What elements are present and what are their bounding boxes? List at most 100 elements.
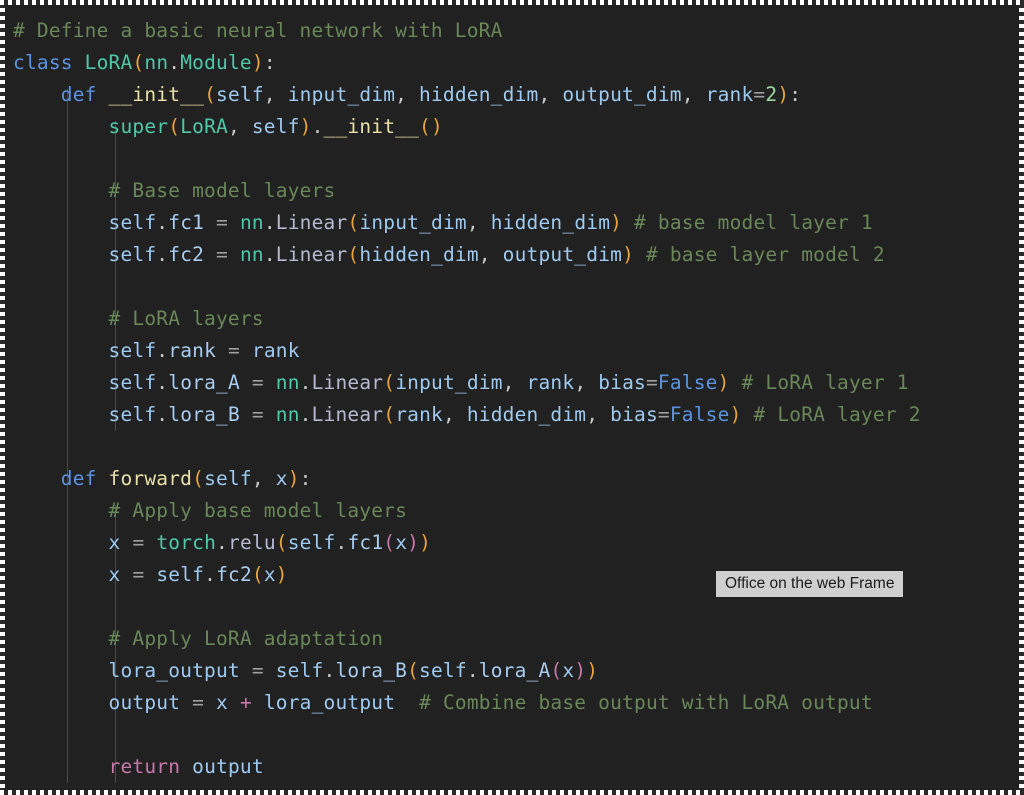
code-token: = (132, 531, 145, 554)
code-line[interactable]: return output (13, 751, 1019, 783)
code-token: hidden_dim (419, 83, 539, 106)
code-token: # base layer model 2 (645, 243, 885, 266)
code-line[interactable]: self.fc1 = nn.Linear(input_dim, hidden_d… (13, 207, 1019, 239)
code-token: rank (251, 339, 300, 362)
code-line[interactable]: # LoRA layers (13, 303, 1019, 335)
code-token: self (419, 659, 467, 682)
code-token: ( (347, 211, 360, 234)
code-line[interactable] (13, 143, 1019, 175)
code-token: output (108, 691, 181, 714)
code-token: # LoRA layer 2 (753, 403, 921, 426)
code-line[interactable]: def forward(self, x): (13, 463, 1019, 495)
code-token: bias (610, 403, 658, 426)
code-token: def (60, 467, 97, 490)
code-line[interactable]: # Apply base model layers (13, 495, 1019, 527)
code-token: : (263, 51, 276, 74)
code-token: lora_A (168, 371, 240, 394)
code-token: = (216, 211, 228, 234)
code-token: rank (395, 403, 443, 426)
code-line[interactable]: class LoRA(nn.Module): (13, 47, 1019, 79)
code-token: input_dim (359, 211, 467, 234)
code-block[interactable]: # Define a basic neural network with LoR… (5, 5, 1019, 783)
code-token: output_dim (502, 243, 623, 266)
code-line[interactable]: output = x + lora_output # Combine base … (13, 687, 1019, 719)
code-token: ) (777, 83, 790, 106)
code-token: ) (574, 659, 587, 682)
code-token: nn (275, 403, 300, 426)
code-line[interactable]: # Define a basic neural network with LoR… (13, 15, 1019, 47)
code-token: , (681, 83, 706, 106)
code-token: lora_B (168, 403, 240, 426)
code-line[interactable]: self.lora_A = nn.Linear(input_dim, rank,… (13, 367, 1019, 399)
code-token: # base model layer 1 (634, 211, 873, 234)
code-token: = (192, 691, 205, 714)
office-web-frame[interactable]: # Define a basic neural network with LoR… (0, 0, 1024, 795)
code-token: Linear (311, 403, 384, 426)
code-line[interactable]: self.lora_B = nn.Linear(rank, hidden_dim… (13, 399, 1019, 431)
code-line[interactable] (13, 431, 1019, 463)
code-line[interactable]: def __init__(self, input_dim, hidden_dim… (13, 79, 1019, 111)
code-token: # LoRA layers (108, 307, 264, 330)
code-token: x (275, 467, 288, 490)
code-token: . (311, 115, 324, 138)
code-token: ( (132, 51, 145, 74)
code-token: ) (419, 531, 432, 554)
code-token: # Define a basic neural network with LoR… (13, 19, 503, 42)
code-line[interactable]: self.fc2 = nn.Linear(hidden_dim, output_… (13, 239, 1019, 271)
code-line[interactable] (13, 271, 1019, 303)
code-token: ( (347, 243, 360, 266)
code-line[interactable] (13, 719, 1019, 751)
code-token: nn (239, 243, 264, 266)
code-token: . (216, 531, 228, 554)
code-token: nn (275, 371, 300, 394)
code-token: . (466, 659, 479, 682)
code-token: ) (287, 467, 300, 490)
code-token: = (251, 371, 264, 394)
code-token: ) (729, 403, 742, 426)
code-line[interactable]: # Apply LoRA adaptation (13, 623, 1019, 655)
code-line[interactable]: # Base model layers (13, 175, 1019, 207)
code-token: self (108, 243, 157, 266)
code-token: return (108, 755, 181, 778)
code-token: . (299, 371, 312, 394)
code-token: # Apply LoRA adaptation (108, 627, 384, 650)
code-line[interactable]: super(LoRA, self).__init__() (13, 111, 1019, 143)
code-token: lora_A (478, 659, 551, 682)
code-token: Linear (275, 243, 348, 266)
code-token: x (395, 531, 408, 554)
code-token: ( (407, 659, 420, 682)
code-line[interactable]: self.rank = rank (13, 335, 1019, 367)
code-token: = (132, 563, 145, 586)
code-token: . (323, 659, 336, 682)
code-token: nn (239, 211, 264, 234)
code-token: , (466, 211, 491, 234)
code-token: , (395, 83, 420, 106)
code-token: , (251, 467, 276, 490)
code-line[interactable]: lora_output = self.lora_B(self.lora_A(x)… (13, 655, 1019, 687)
code-token: output_dim (562, 83, 682, 106)
code-token: , (538, 83, 563, 106)
code-editor-surface[interactable]: # Define a basic neural network with LoR… (5, 5, 1019, 790)
code-token: super (108, 115, 169, 138)
code-line[interactable]: x = torch.relu(self.fc1(x)) (13, 527, 1019, 559)
code-token: ( (204, 83, 217, 106)
